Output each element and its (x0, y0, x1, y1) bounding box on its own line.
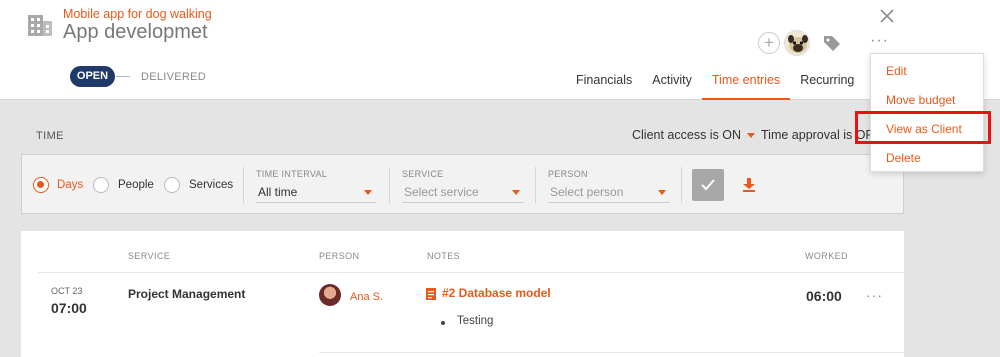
person-select[interactable]: Select person (548, 183, 670, 203)
entry-service: Project Management (128, 287, 246, 301)
download-icon[interactable] (742, 177, 756, 193)
radio-days[interactable] (33, 177, 49, 193)
status-delivered[interactable]: DELIVERED (141, 71, 206, 83)
chevron-down-icon (658, 190, 666, 195)
status-open-badge[interactable]: OPEN (70, 66, 115, 87)
status-divider (116, 76, 130, 77)
chevron-down-icon (364, 190, 372, 195)
close-icon[interactable] (878, 7, 896, 25)
radio-people[interactable] (93, 177, 109, 193)
avatar (319, 284, 341, 306)
header-actions: + (758, 29, 842, 57)
client-access-label: Client access is ON (632, 128, 742, 142)
check-icon (701, 179, 715, 191)
menu-item-move-budget[interactable]: Move budget (886, 93, 955, 107)
time-entries-table: SERVICE PERSON NOTES WORKED OCT 23 07:00… (21, 231, 904, 357)
person-label: PERSON (548, 169, 588, 179)
more-options-button[interactable]: ··· (870, 32, 889, 50)
add-member-button[interactable]: + (758, 32, 780, 54)
project-subtitle[interactable]: Mobile app for dog walking (63, 7, 212, 21)
radio-services[interactable] (164, 177, 180, 193)
tab-activity[interactable]: Activity (642, 72, 702, 100)
section-title-time: TIME (36, 130, 64, 142)
radio-people-label[interactable]: People (118, 179, 154, 191)
chevron-down-icon (747, 133, 756, 139)
client-access-toggle[interactable]: Client access is ON (632, 128, 756, 142)
filter-divider (243, 167, 244, 203)
project-header: Mobile app for dog walking App developme… (0, 0, 1000, 100)
task-icon (426, 288, 436, 300)
column-header-notes: NOTES (427, 251, 461, 261)
bullet-icon (441, 321, 445, 325)
entry-note: Testing (457, 315, 494, 327)
radio-services-label[interactable]: Services (189, 179, 233, 191)
pug-avatar-icon (788, 35, 808, 53)
filter-divider (389, 167, 390, 203)
row-divider (319, 352, 904, 353)
highlight-box (855, 111, 991, 144)
radio-days-label[interactable]: Days (57, 179, 83, 191)
tag-icon[interactable] (822, 33, 842, 53)
tab-financials[interactable]: Financials (566, 72, 642, 100)
tab-time-entries[interactable]: Time entries (701, 72, 791, 100)
row-more-button[interactable]: ··· (866, 287, 883, 303)
column-header-worked: WORKED (805, 251, 848, 261)
service-select[interactable]: Select service (402, 183, 524, 203)
entry-person[interactable]: Ana S. (350, 291, 383, 303)
person-placeholder: Select person (550, 185, 624, 199)
time-interval-value: All time (258, 185, 298, 199)
filter-divider (681, 167, 682, 203)
entry-date: OCT 23 (51, 286, 83, 296)
project-title: App developmet (63, 21, 208, 43)
service-placeholder: Select service (404, 185, 479, 199)
filter-bar: Days People Services TIME INTERVAL All t… (21, 154, 904, 214)
column-header-person: PERSON (319, 251, 360, 261)
filter-divider (535, 167, 536, 203)
building-icon (28, 15, 52, 36)
apply-filter-button[interactable] (692, 169, 724, 201)
header-divider (38, 272, 904, 273)
menu-item-delete[interactable]: Delete (886, 151, 921, 165)
entry-task-link[interactable]: #2 Database model (442, 286, 551, 300)
avatar[interactable] (784, 30, 810, 56)
column-header-service: SERVICE (128, 251, 171, 261)
chevron-down-icon (512, 190, 520, 195)
entry-worked: 06:00 (806, 288, 842, 304)
tab-recurring[interactable]: Recurring (790, 72, 864, 100)
entry-time: 07:00 (51, 300, 87, 316)
menu-item-edit[interactable]: Edit (886, 64, 907, 78)
tab-bar: Financials Activity Time entries Recurri… (566, 72, 864, 100)
service-label: SERVICE (402, 169, 444, 179)
time-interval-label: TIME INTERVAL (256, 169, 328, 179)
time-interval-select[interactable]: All time (256, 183, 376, 203)
